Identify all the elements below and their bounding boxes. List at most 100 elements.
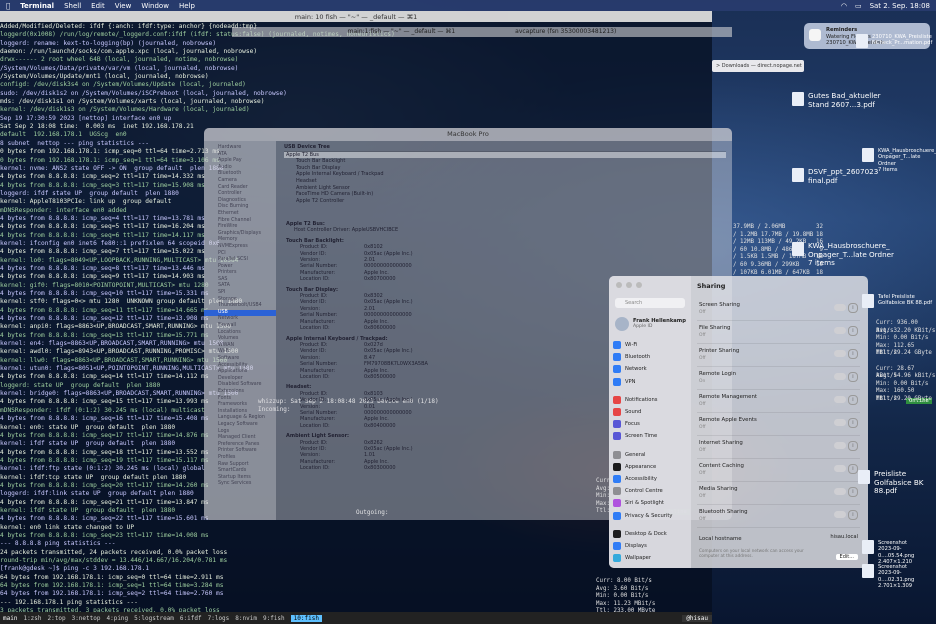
sharing-service-toggle[interactable] [834, 511, 846, 518]
sharing-service-toggle[interactable] [834, 327, 846, 334]
sysinfo-sidebar-item[interactable]: Profiles [204, 455, 276, 462]
minimize-button[interactable] [626, 282, 632, 288]
terminal-secondary-title-bar[interactable]: main:1:fish — "~" — _default — ⌘1 avcapt… [232, 27, 732, 37]
sharing-service-row[interactable]: Internet Sharing Off i [697, 436, 860, 459]
sharing-service-row[interactable]: Remote Apple Events Off i [697, 413, 860, 436]
desktop-file[interactable]: KWA_Hausbroschuere_ Onpager_T...late Ordn… [878, 148, 936, 174]
sysinfo-sidebar-item[interactable]: Locations [204, 330, 276, 337]
sysinfo-sidebar-item[interactable]: Controller [204, 191, 276, 198]
battery-icon[interactable]: ▭ [855, 2, 862, 10]
menu-item-edit[interactable]: Edit [91, 2, 105, 10]
sharing-service-toggle[interactable] [834, 419, 846, 426]
tmux-window-tab[interactable]: 5:logstream [134, 615, 174, 622]
sysinfo-sidebar-item[interactable]: Network [204, 316, 276, 323]
usb-tree-item[interactable]: FaceTime HD Camera (Built-in) [284, 191, 726, 198]
sysinfo-sidebar-item[interactable]: Sync Services [204, 481, 276, 488]
desktop-file[interactable]: Preisliste Golfabsice BK 88.pdf [874, 469, 936, 496]
info-icon[interactable]: i [848, 487, 858, 497]
sysinfo-sidebar-item[interactable]: Fibre Channel [204, 218, 276, 225]
sysinfo-sidebar-item[interactable]: Disabled Software [204, 382, 276, 389]
sharing-service-toggle[interactable] [834, 373, 846, 380]
tmux-window-tab[interactable]: 3:nettop [72, 615, 101, 622]
usb-device-tree[interactable]: USB Device Tree Apple T2 Bus Touch Bar Ba… [278, 141, 732, 219]
settings-nav-item[interactable]: Wallpaper [613, 553, 689, 563]
settings-nav-item[interactable]: Wi-Fi [613, 340, 689, 350]
system-information-title[interactable]: MacBook Pro [204, 128, 732, 141]
sysinfo-sidebar-item[interactable]: Firewall [204, 323, 276, 330]
sysinfo-sidebar-item[interactable]: Software [204, 356, 276, 363]
sysinfo-sidebar-item[interactable]: Graphics/Displays [204, 231, 276, 238]
system-information-sidebar[interactable]: Hardware ATA Apple Pay Audio Bluetooth Camera… [204, 141, 276, 520]
sharing-service-row[interactable]: Content Caching Off i [697, 459, 860, 482]
sharing-service-row[interactable]: File Sharing Off i [697, 321, 860, 344]
tmux-window-tab[interactable]: 2:top [48, 615, 66, 622]
document-icon[interactable] [862, 294, 874, 308]
settings-nav-item[interactable]: Accessibility [613, 474, 689, 484]
sysinfo-sidebar-item[interactable]: SmartCards [204, 468, 276, 475]
sharing-service-row[interactable]: Printer Sharing Off i [697, 344, 860, 367]
sysinfo-sidebar-item[interactable]: Frameworks [204, 402, 276, 409]
apple-id-account[interactable]: Frank Hellenkamp Apple ID [615, 314, 687, 334]
info-icon[interactable]: i [848, 510, 858, 520]
info-icon[interactable]: i [848, 441, 858, 451]
menu-item-shell[interactable]: Shell [64, 2, 81, 10]
info-icon[interactable]: i [848, 464, 858, 474]
sysinfo-sidebar-item[interactable]: Disc Burning [204, 204, 276, 211]
settings-search-input[interactable]: Search [615, 298, 685, 308]
info-icon[interactable]: i [848, 418, 858, 428]
info-icon[interactable]: i [848, 395, 858, 405]
settings-nav-item[interactable]: Siri & Spotlight [613, 498, 689, 508]
usb-tree-item[interactable]: Apple T2 Bus [284, 151, 726, 159]
sysinfo-sidebar-item[interactable]: Camera [204, 178, 276, 185]
settings-nav-item[interactable]: VPN [613, 377, 689, 387]
downloads-bar[interactable]: > Downloads — direct.nopage.net [712, 60, 804, 72]
sysinfo-sidebar-item[interactable]: Power [204, 264, 276, 271]
usb-tree-item[interactable]: Ambient Light Sensor [284, 185, 726, 192]
sysinfo-sidebar-item[interactable]: Printer Software [204, 448, 276, 455]
document-icon[interactable] [792, 242, 804, 256]
usb-tree-item[interactable]: Touch Bar Backlight [284, 158, 726, 165]
sysinfo-sidebar-item[interactable]: Hardware [204, 145, 276, 152]
tmux-window-tab[interactable]: 1:zsh [23, 615, 41, 622]
sysinfo-sidebar-item[interactable]: WWAN [204, 343, 276, 350]
sysinfo-sidebar-item[interactable]: Applications [204, 369, 276, 376]
menu-item-app[interactable]: Terminal [20, 2, 54, 10]
document-icon[interactable] [858, 470, 870, 484]
usb-tree-item[interactable]: Headset [284, 178, 726, 185]
sharing-service-toggle[interactable] [834, 442, 846, 449]
sharing-service-toggle[interactable] [834, 304, 846, 311]
settings-nav-item[interactable]: Bluetooth [613, 352, 689, 362]
sysinfo-sidebar-item[interactable]: Apple Pay [204, 158, 276, 165]
edit-hostname-button[interactable]: Edit... [835, 554, 858, 560]
clock[interactable]: Sat 2. Sep. 18:08 [870, 2, 930, 10]
menu-item-window[interactable]: Window [141, 2, 169, 10]
sysinfo-sidebar-item[interactable]: Legacy Software [204, 422, 276, 429]
sysinfo-sidebar-item[interactable]: Parallel SCSI [204, 257, 276, 264]
sysinfo-sidebar-item[interactable]: Language & Region [204, 415, 276, 422]
sysinfo-sidebar-item[interactable]: Printers [204, 270, 276, 277]
terminal-title-bar[interactable]: main: 10 fish — "~" — _default — ⌘1 [0, 11, 712, 22]
sysinfo-sidebar-item[interactable]: NVMExpress [204, 244, 276, 251]
settings-nav-item[interactable]: Focus [613, 419, 689, 429]
sysinfo-sidebar-item[interactable]: SAS [204, 277, 276, 284]
sharing-service-toggle[interactable] [834, 465, 846, 472]
document-icon[interactable] [862, 564, 874, 578]
settings-nav-item[interactable]: Sound [613, 407, 689, 417]
desktop-file[interactable]: 230710_KWA_Preisliste NCheck_Pr...mation.… [872, 34, 932, 47]
desktop-file[interactable]: Screenshot 2023-09-0....05.54.png 2.407×1.… [878, 540, 936, 566]
document-icon[interactable] [792, 168, 804, 182]
tmux-window-tab[interactable]: 9:fish [263, 615, 285, 622]
sysinfo-sidebar-item[interactable]: SATA [204, 283, 276, 290]
sysinfo-sidebar-item[interactable]: Wi-Fi [204, 349, 276, 356]
desktop-file[interactable]: Screenshot 2023-09-0....02.31.png 2.701×1.… [878, 564, 936, 590]
sysinfo-sidebar-item[interactable]: USB [204, 309, 276, 317]
tmux-window-tab[interactable]: 8:nvim [235, 615, 257, 622]
sharing-service-toggle[interactable] [834, 350, 846, 357]
sysinfo-sidebar-item[interactable]: Volumes [204, 336, 276, 343]
settings-nav-item[interactable]: Control Centre [613, 486, 689, 496]
desktop-file[interactable]: Gutes Bad_aktueller Stand 2607...3.pdf [808, 91, 881, 109]
usb-tree-item[interactable]: Apple Internal Keyboard / Trackpad [284, 171, 726, 178]
sysinfo-sidebar-item[interactable]: Thunderbolt/USB4 [204, 303, 276, 310]
desktop-file[interactable]: Tafel Preisliste Golfabsice BK 88.pdf [878, 294, 932, 307]
usb-tree-item[interactable]: Apple T2 Controller [284, 198, 726, 205]
